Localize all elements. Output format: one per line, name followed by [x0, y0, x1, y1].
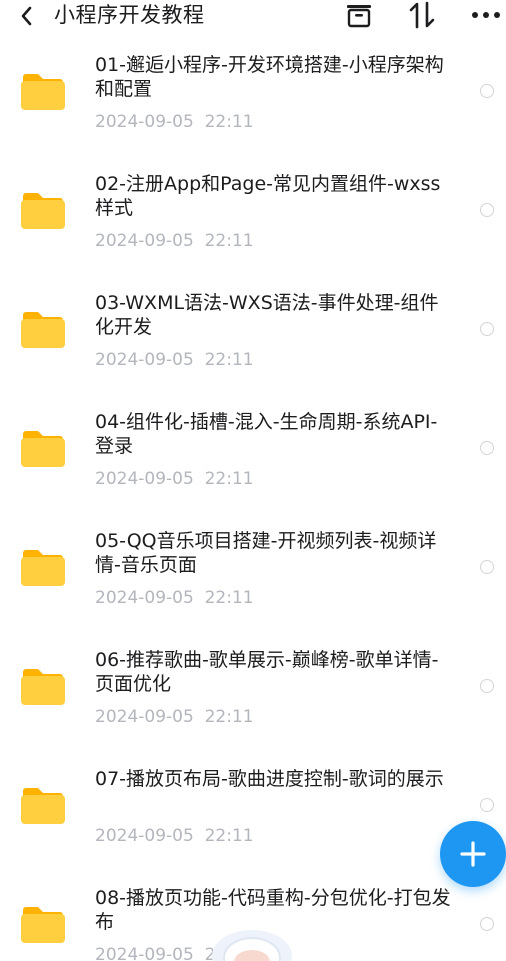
select-radio[interactable]: [480, 798, 494, 812]
file-time: 22:11: [204, 112, 254, 132]
file-name: 02-注册App和Page-常见内置组件-wxss样式: [95, 173, 441, 219]
file-date: 2024-09-05: [95, 231, 194, 251]
file-date: 2024-09-05: [95, 588, 194, 608]
file-meta: 2024-09-05 22:11: [95, 111, 254, 133]
folder-icon: [21, 193, 65, 229]
file-date: 2024-09-05: [95, 945, 194, 961]
back-button[interactable]: [12, 2, 40, 30]
list-item[interactable]: 07-播放页布局-歌曲进度控制-歌词的展示 2024-09-05 22:11: [0, 746, 506, 865]
select-radio[interactable]: [480, 441, 494, 455]
chevron-left-icon: [21, 6, 32, 26]
file-time: 22:11: [204, 231, 254, 251]
file-name: 03-WXML语法-WXS语法-事件处理-组件化开发: [95, 292, 439, 338]
file-name: 05-QQ音乐项目搭建-开视频列表-视频详情-音乐页面: [95, 530, 437, 576]
plus-icon: [460, 841, 486, 867]
file-meta: 2024-09-05 22:11: [95, 825, 254, 847]
select-radio[interactable]: [480, 679, 494, 693]
file-date: 2024-09-05: [95, 350, 194, 370]
file-time: 22:11: [204, 588, 254, 608]
file-name: 01-邂逅小程序-开发环境搭建-小程序架构和配置: [95, 54, 444, 100]
folder-icon: [21, 788, 65, 824]
file-date: 2024-09-05: [95, 707, 194, 727]
select-radio[interactable]: [480, 84, 494, 98]
list-item[interactable]: 06-推荐歌曲-歌单展示-巅峰榜-歌单详情-页面优化 2024-09-05 22…: [0, 627, 506, 746]
folder-icon: [21, 74, 65, 110]
select-radio[interactable]: [480, 917, 494, 931]
folder-icon: [21, 907, 65, 943]
file-date: 2024-09-05: [95, 469, 194, 489]
file-browser-page: 小程序开发教程 01-邂逅小程序-开发环境搭建-小程序架构和配置 2024-09…: [0, 0, 506, 961]
list-item[interactable]: 02-注册App和Page-常见内置组件-wxss样式 2024-09-05 2…: [0, 151, 506, 270]
file-time: 22:11: [204, 707, 254, 727]
mascot-icon: [212, 930, 292, 961]
file-time: 22:11: [204, 826, 254, 846]
file-meta: 2024-09-05 22:11: [95, 706, 254, 728]
select-radio[interactable]: [480, 560, 494, 574]
more-button[interactable]: [466, 0, 506, 30]
file-name: 04-组件化-插槽-混入-生命周期-系统API-登录: [95, 411, 438, 457]
list-item[interactable]: 05-QQ音乐项目搭建-开视频列表-视频详情-音乐页面 2024-09-05 2…: [0, 508, 506, 627]
file-list: 01-邂逅小程序-开发环境搭建-小程序架构和配置 2024-09-05 22:1…: [0, 32, 506, 961]
file-meta: 2024-09-05 22:11: [95, 587, 254, 609]
sort-icon: [409, 1, 435, 29]
file-name: 07-播放页布局-歌曲进度控制-歌词的展示: [95, 768, 444, 790]
file-time: 22:11: [204, 350, 254, 370]
select-radio[interactable]: [480, 322, 494, 336]
inbox-icon: [347, 5, 371, 28]
file-meta: 2024-09-05 22:11: [95, 468, 254, 490]
sort-button[interactable]: [406, 0, 438, 30]
file-meta: 2024-09-05 22:11: [95, 349, 254, 371]
file-name: 06-推荐歌曲-歌单展示-巅峰榜-歌单详情-页面优化: [95, 649, 439, 695]
file-date: 2024-09-05: [95, 112, 194, 132]
folder-icon: [21, 550, 65, 586]
folder-icon: [21, 312, 65, 348]
select-radio[interactable]: [480, 203, 494, 217]
file-time: 22:11: [204, 469, 254, 489]
file-date: 2024-09-05: [95, 826, 194, 846]
folder-icon: [21, 431, 65, 467]
list-item[interactable]: 04-组件化-插槽-混入-生命周期-系统API-登录 2024-09-05 22…: [0, 389, 506, 508]
folder-icon: [21, 669, 65, 705]
file-meta: 2024-09-05 22:11: [95, 230, 254, 252]
more-icon: [472, 12, 500, 18]
page-title: 小程序开发教程: [54, 3, 205, 27]
inbox-button[interactable]: [343, 0, 375, 30]
list-item[interactable]: 03-WXML语法-WXS语法-事件处理-组件化开发 2024-09-05 22…: [0, 270, 506, 389]
header-bar: 小程序开发教程: [0, 0, 506, 32]
list-item[interactable]: 01-邂逅小程序-开发环境搭建-小程序架构和配置 2024-09-05 22:1…: [0, 32, 506, 151]
add-button[interactable]: [440, 821, 506, 887]
